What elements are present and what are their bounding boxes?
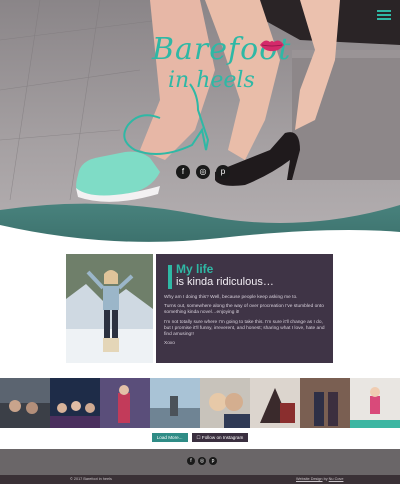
instagram-photo[interactable] xyxy=(150,378,200,428)
credits: Website Design by Nu Cove xyxy=(296,477,343,481)
hero-social-links: f ◎ p xyxy=(176,165,230,179)
copyright-text: © 2017 Barefoot in heels xyxy=(70,477,112,481)
instagram-icon[interactable]: ◎ xyxy=(196,165,210,179)
about-panel: My life is kinda ridiculous… Why am I do… xyxy=(156,254,333,363)
about-title: My life xyxy=(176,262,214,276)
about-subtitle: is kinda ridiculous… xyxy=(176,276,274,288)
menu-icon-bar xyxy=(377,14,391,16)
instagram-photo[interactable] xyxy=(350,378,400,428)
pinterest-icon[interactable]: p xyxy=(216,165,230,179)
accent-bar xyxy=(168,265,172,289)
about-paragraph: Why am I doing this? Well, because peopl… xyxy=(164,295,298,300)
menu-button[interactable] xyxy=(377,9,391,21)
credits-by: by xyxy=(323,477,328,481)
instagram-photo[interactable] xyxy=(0,378,50,428)
load-more-button[interactable]: Load More... xyxy=(151,433,188,442)
about-section: My life is kinda ridiculous… Why am I do… xyxy=(66,254,333,363)
instagram-photo[interactable] xyxy=(200,378,250,428)
about-signoff: Xoxo xyxy=(164,341,175,347)
feed-actions: Load More... ☐ Follow on Instagram xyxy=(0,433,400,442)
credits-link-design[interactable]: Website Design xyxy=(296,477,323,481)
instagram-photo[interactable] xyxy=(300,378,350,428)
follow-instagram-button[interactable]: ☐ Follow on Instagram xyxy=(191,433,249,442)
instagram-feed xyxy=(0,378,400,428)
about-photo xyxy=(66,254,153,363)
logo-text-line2: in heels xyxy=(168,68,255,93)
lips-icon xyxy=(260,40,284,52)
hero-section: Barefoot in heels f ◎ p xyxy=(0,0,400,246)
credits-link-nucove[interactable]: Nu Cove xyxy=(329,477,344,481)
facebook-icon[interactable]: f xyxy=(187,457,195,465)
about-paragraph: I'm not totally sure where I'm going to … xyxy=(164,319,325,338)
pinterest-icon[interactable]: p xyxy=(209,457,217,465)
instagram-photo[interactable] xyxy=(50,378,100,428)
facebook-icon[interactable]: f xyxy=(176,165,190,179)
menu-icon-bar xyxy=(377,18,391,20)
instagram-icon[interactable]: ◎ xyxy=(198,457,206,465)
instagram-photo[interactable] xyxy=(100,378,150,428)
about-paragraph: Turns out, somewhere along the way of ov… xyxy=(164,304,324,316)
instagram-photo[interactable] xyxy=(250,378,300,428)
footer-social-links: f ◎ p xyxy=(187,457,217,465)
menu-icon-bar xyxy=(377,10,391,12)
